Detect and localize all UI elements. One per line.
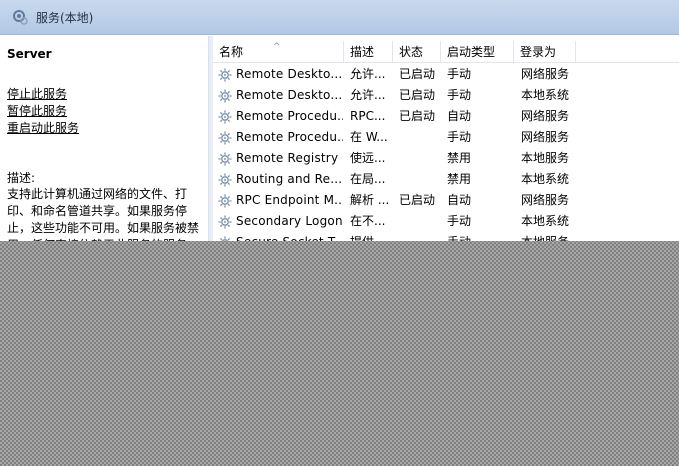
service-name-cell: Remote Procedu... [236,130,343,144]
extended-panel: Server 停止此服务 暂停此服务 重启动此服务 描述: 支持此计算机通过网络… [0,36,208,241]
service-name-cell: Remote Procedu... [236,109,343,123]
service-startup-cell: 自动 [447,193,472,207]
service-status-cell: 已启动 [399,193,436,207]
service-status-cell: 已启动 [399,88,436,102]
service-startup-cell: 手动 [447,214,472,228]
table-row[interactable]: Routing and Re... 在局... 禁用 本地系统 [213,169,679,190]
service-name-cell: Routing and Re... [236,172,343,186]
service-status-cell [399,127,441,148]
service-description-cell: 提供... [350,232,392,241]
service-description-cell: 在 W... [350,130,388,144]
table-header: 名称 ^ 描述 状态 启动类型 登录为 [213,41,679,63]
table-row[interactable]: Remote Registry 使远... 禁用 本地服务 [213,148,679,169]
gear-icon [217,151,233,167]
services-window: 服务(本地) Server 停止此服务 暂停此服务 重启动此服务 描述: 支持此… [0,0,679,241]
gear-icon [217,88,233,104]
column-header-startup-type[interactable]: 启动类型 [441,41,514,63]
service-name-cell: RPC Endpoint M... [236,193,343,207]
service-status-cell: 已启动 [399,109,436,123]
title-bar: 服务(本地) [0,0,679,35]
service-logon-cell: 本地系统 [521,88,570,102]
service-logon-cell: 网络服务 [521,130,570,144]
table-row[interactable]: RPC Endpoint M... 解析 ... 已启动 自动 网络服务 [213,190,679,211]
service-logon-cell: 本地系统 [521,172,570,186]
service-logon-cell: 网络服务 [521,67,570,81]
gear-icon [217,172,233,188]
stop-service-link[interactable]: 停止此服务 [7,85,67,102]
service-logon-cell: 本地系统 [521,214,570,228]
window-title: 服务(本地) [36,11,94,25]
service-description-cell: 在局... [350,172,386,186]
service-logon-cell: 本地服务 [521,232,581,241]
services-icon [13,10,28,25]
gear-icon [217,109,233,125]
table-row[interactable]: Secure Socket T... 提供... 手动 本地服务 [213,232,679,241]
service-status-cell [399,211,441,232]
table-row[interactable]: Remote Procedu... RPC... 已启动 自动 网络服务 [213,106,679,127]
services-list: 名称 ^ 描述 状态 启动类型 登录为 Remote Deskto... 允许..… [213,36,679,241]
column-header-description[interactable]: 描述 [344,41,393,63]
service-status-cell [399,148,441,169]
table-row[interactable]: Remote Procedu... 在 W... 手动 网络服务 [213,127,679,148]
description-label: 描述: [7,171,36,185]
service-name-cell: Secure Socket T... [236,232,343,241]
service-logon-cell: 网络服务 [521,193,570,207]
service-startup-cell: 自动 [447,109,472,123]
service-name-cell: Remote Registry [236,151,339,165]
service-description-cell: RPC... [350,109,386,123]
column-header-status[interactable]: 状态 [393,41,441,63]
pause-service-link[interactable]: 暂停此服务 [7,102,67,119]
column-header-name[interactable]: 名称 ^ [213,41,344,63]
service-description-cell: 解析 ... [350,193,390,207]
restart-service-link[interactable]: 重启动此服务 [7,119,79,136]
table-row[interactable]: Remote Deskto... 允许... 已启动 手动 本地系统 [213,85,679,106]
service-description-cell: 允许... [350,67,386,81]
sort-ascending-icon: ^ [273,42,281,52]
service-startup-cell: 手动 [447,67,472,81]
service-name-cell: Remote Deskto... [236,88,343,102]
service-startup-cell: 手动 [447,88,472,102]
gear-icon [217,130,233,146]
service-logon-cell: 网络服务 [521,109,570,123]
service-logon-cell: 本地服务 [521,151,570,165]
gear-icon [217,193,233,209]
service-description-cell: 允许... [350,88,386,102]
service-startup-cell: 禁用 [447,172,472,186]
service-startup-cell: 手动 [447,232,511,241]
table-row[interactable]: Remote Deskto... 允许... 已启动 手动 网络服务 [213,64,679,85]
service-name-cell: Remote Deskto... [236,67,343,81]
gear-icon [217,235,233,241]
gear-icon [217,214,233,230]
service-status-cell [399,169,441,190]
column-header-logon-as[interactable]: 登录为 [514,41,576,63]
table-row[interactable]: Secondary Logon 在不... 手动 本地系统 [213,211,679,232]
service-name-cell: Secondary Logon [236,214,343,228]
selected-service-name: Server [7,47,52,61]
description-text: 支持此计算机通过网络的文件、打印、和命名管道共享。如果服务停止，这些功能不可用。… [7,187,200,241]
service-description-cell: 在不... [350,214,386,228]
service-startup-cell: 禁用 [447,151,472,165]
service-status-cell: 已启动 [399,67,436,81]
gear-icon [217,67,233,83]
service-startup-cell: 手动 [447,130,472,144]
service-description-cell: 使远... [350,151,386,165]
service-status-cell [399,232,441,241]
